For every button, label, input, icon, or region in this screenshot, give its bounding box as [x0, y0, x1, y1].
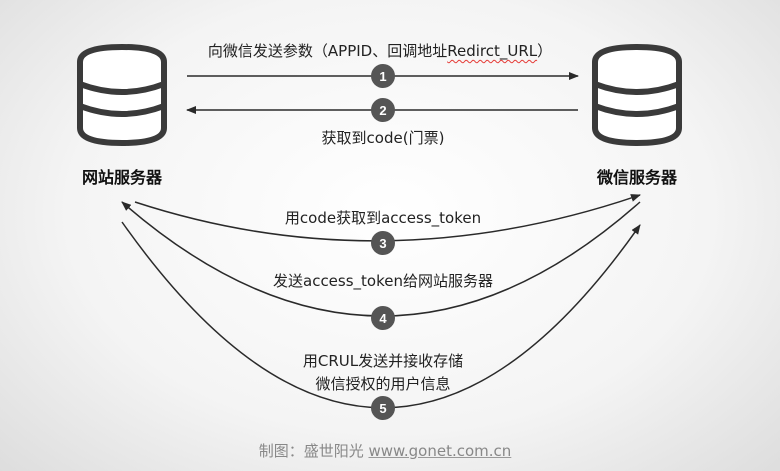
step-badge-2: 2 [371, 98, 395, 122]
svg-text:3: 3 [379, 236, 386, 251]
svg-text:2: 2 [379, 103, 386, 118]
step-badge-5: 5 [371, 396, 395, 420]
svg-text:4: 4 [379, 311, 387, 326]
svg-text:5: 5 [379, 401, 386, 416]
step-1-text-url: Redirct_URL [447, 42, 538, 60]
right-server-label: 微信服务器 [597, 168, 678, 187]
footer-credit: 制图：盛世阳光 www.gonet.com.cn [259, 440, 512, 461]
step-5-text-line1: 用CRUL发送并接收存储 [302, 352, 464, 370]
footer-prefix: 制图：盛世阳光 [258, 442, 369, 460]
step-3-text: 用code获取到access_token [284, 209, 482, 227]
footer-url[interactable]: www.gonet.com.cn [368, 442, 511, 460]
step-2-text: 获取到code(门票) [321, 129, 445, 147]
database-icon [77, 44, 167, 146]
step-badge-1: 1 [371, 64, 395, 88]
step-1-text-prefix: 向微信发送参数（APPID、回调地址 [207, 42, 448, 60]
step-5-text-line2: 微信授权的用户信息 [315, 375, 451, 393]
step-4-text: 发送access_token给网站服务器 [273, 272, 493, 290]
step-badge-3: 3 [371, 231, 395, 255]
step-1-text: 向微信发送参数（APPID、回调地址Redirct_URL） [208, 40, 552, 61]
database-icon [592, 44, 682, 146]
svg-text:1: 1 [379, 69, 386, 84]
left-server-label: 网站服务器 [82, 168, 163, 187]
flow-diagram: 1 2 3 4 5 [77, 44, 682, 420]
step-badge-4: 4 [371, 306, 395, 330]
step-1-text-suffix: ） [537, 42, 553, 60]
